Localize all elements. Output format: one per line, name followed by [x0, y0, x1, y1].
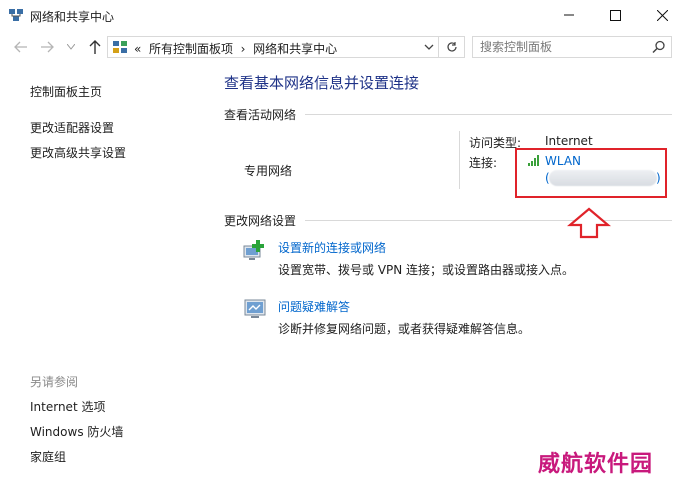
window-title: 网络和共享中心 — [30, 10, 115, 24]
vertical-divider — [459, 131, 460, 189]
highlight-box — [515, 148, 667, 198]
sidebar-link-advanced-sharing[interactable]: 更改高级共享设置 — [30, 144, 126, 161]
refresh-button[interactable] — [438, 36, 464, 58]
close-icon — [656, 9, 668, 21]
sidebar-link-adapter-settings[interactable]: 更改适配器设置 — [30, 119, 114, 136]
breadcrumb-overflow[interactable]: « — [134, 42, 141, 56]
recent-locations-button[interactable] — [62, 38, 80, 56]
new-connection-icon — [243, 240, 264, 260]
network-center-icon — [9, 9, 23, 21]
search-box[interactable] — [472, 36, 672, 58]
troubleshoot-icon — [244, 299, 266, 318]
arrow-up-icon — [89, 40, 101, 54]
sidebar-link-internet-options[interactable]: Internet 选项 — [30, 398, 105, 415]
breadcrumb-separator[interactable]: › — [241, 42, 246, 56]
section-divider — [305, 114, 672, 115]
troubleshoot-desc: 诊断并修复网络问题，或者获得疑难解答信息。 — [278, 322, 531, 336]
page-title: 查看基本网络信息并设置连接 — [224, 74, 420, 92]
breadcrumb: « 所有控制面板项 › 网络和共享中心 — [134, 40, 337, 57]
search-icon[interactable] — [652, 40, 666, 54]
see-also-heading: 另请参阅 — [30, 375, 79, 389]
network-name: 专用网络 — [244, 164, 293, 178]
minimize-icon — [564, 14, 574, 16]
address-bar[interactable]: « 所有控制面板项 › 网络和共享中心 — [107, 36, 465, 58]
change-settings-heading: 更改网络设置 — [224, 214, 297, 228]
breadcrumb-network-center[interactable]: 网络和共享中心 — [253, 42, 337, 56]
chevron-down-icon — [424, 44, 434, 50]
setup-connection-link[interactable]: 设置新的连接或网络 — [278, 239, 386, 256]
up-button[interactable] — [86, 38, 104, 56]
control-panel-icon — [113, 41, 127, 53]
sidebar-link-homegroup[interactable]: 家庭组 — [30, 448, 66, 465]
maximize-button[interactable] — [592, 0, 638, 30]
address-dropdown[interactable] — [424, 40, 434, 57]
troubleshoot-link[interactable]: 问题疑难解答 — [278, 298, 350, 315]
chevron-down-icon — [67, 44, 75, 50]
search-input[interactable] — [473, 37, 650, 57]
sidebar-link-firewall[interactable]: Windows 防火墙 — [30, 423, 123, 440]
breadcrumb-all-items[interactable]: 所有控制面板项 — [149, 42, 233, 56]
back-button[interactable] — [12, 38, 30, 56]
sidebar-link-home[interactable]: 控制面板主页 — [30, 83, 102, 100]
arrow-up-annotation-icon — [567, 207, 611, 239]
access-type-label: 访问类型: — [469, 136, 522, 150]
active-networks-heading: 查看活动网络 — [224, 108, 297, 122]
connection-label: 连接: — [469, 156, 498, 170]
section-divider — [305, 220, 672, 221]
arrow-right-icon — [41, 41, 54, 53]
access-type-value: Internet — [545, 134, 593, 148]
forward-button[interactable] — [38, 38, 56, 56]
minimize-button[interactable] — [546, 0, 592, 30]
watermark: 威航软件园 — [538, 451, 654, 477]
arrow-left-icon — [14, 41, 27, 53]
maximize-icon — [609, 9, 621, 21]
setup-connection-desc: 设置宽带、拨号或 VPN 连接；或设置路由器或接入点。 — [278, 263, 575, 277]
close-button[interactable] — [639, 0, 685, 30]
refresh-icon — [446, 42, 457, 52]
